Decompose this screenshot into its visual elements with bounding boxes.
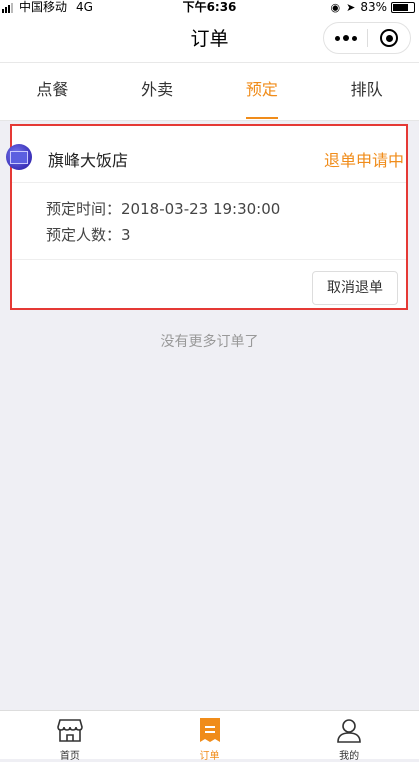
tabbar-item-orders[interactable]: 订单 bbox=[140, 711, 280, 762]
battery-icon bbox=[391, 2, 415, 13]
location-arrow-icon: ➤ bbox=[346, 1, 356, 14]
miniprogram-capsule bbox=[323, 22, 411, 54]
order-details: 预定时间：2018-03-23 19:30:00 预定人数：3 bbox=[46, 196, 280, 248]
tab-takeout[interactable]: 外卖 bbox=[105, 63, 210, 120]
status-right: ◉ ➤ 83% bbox=[330, 0, 415, 15]
more-dots-icon bbox=[334, 35, 340, 41]
status-bar: 中国移动 4G 下午6:36 ◉ ➤ 83% bbox=[0, 0, 419, 16]
order-type-tabs: 点餐 外卖 预定 排队 bbox=[0, 62, 419, 121]
reservation-time-label: 预定时间： bbox=[46, 200, 122, 218]
reservation-time-value: 2018-03-23 19:30:00 bbox=[121, 200, 281, 218]
store-name: 旗峰大饭店 bbox=[48, 151, 129, 170]
tabbar-label-orders: 订单 bbox=[199, 751, 220, 762]
close-miniprogram-button[interactable] bbox=[368, 23, 410, 53]
reservation-people-value: 3 bbox=[121, 226, 131, 244]
close-target-icon bbox=[380, 29, 398, 47]
no-more-orders-text: 没有更多订单了 bbox=[160, 334, 259, 350]
tabbar-label-home: 首页 bbox=[59, 751, 80, 762]
tab-queue[interactable]: 排队 bbox=[314, 63, 419, 120]
card-divider bbox=[12, 259, 406, 260]
navigation-bar: 订单 bbox=[0, 16, 419, 62]
order-list-icon bbox=[199, 718, 220, 742]
user-icon bbox=[337, 719, 361, 743]
bottom-tab-bar: 首页 订单 我的 bbox=[0, 710, 419, 762]
tabbar-item-home[interactable]: 首页 bbox=[0, 711, 140, 762]
reservation-people-row: 预定人数：3 bbox=[46, 222, 280, 248]
tab-dine-in[interactable]: 点餐 bbox=[0, 63, 105, 120]
more-options-button[interactable] bbox=[324, 23, 367, 53]
store-icon bbox=[57, 719, 83, 742]
order-status-badge: 退单申请中 bbox=[323, 151, 404, 170]
order-card-header: 旗峰大饭店 退单申请中 bbox=[6, 126, 406, 183]
lock-rotation-icon: ◉ bbox=[330, 1, 341, 14]
reservation-time-row: 预定时间：2018-03-23 19:30:00 bbox=[46, 196, 280, 222]
reservation-people-label: 预定人数： bbox=[46, 226, 122, 244]
cancel-refund-button[interactable]: 取消退单 bbox=[312, 271, 398, 305]
tabbar-label-profile: 我的 bbox=[339, 751, 360, 762]
battery-percent: 83% bbox=[360, 0, 387, 14]
store-logo bbox=[6, 144, 32, 170]
tabbar-item-profile[interactable]: 我的 bbox=[279, 711, 419, 762]
reservation-order-card[interactable]: 旗峰大饭店 退单申请中 预定时间：2018-03-23 19:30:00 预定人… bbox=[6, 124, 408, 310]
tab-reservation[interactable]: 预定 bbox=[210, 63, 315, 120]
